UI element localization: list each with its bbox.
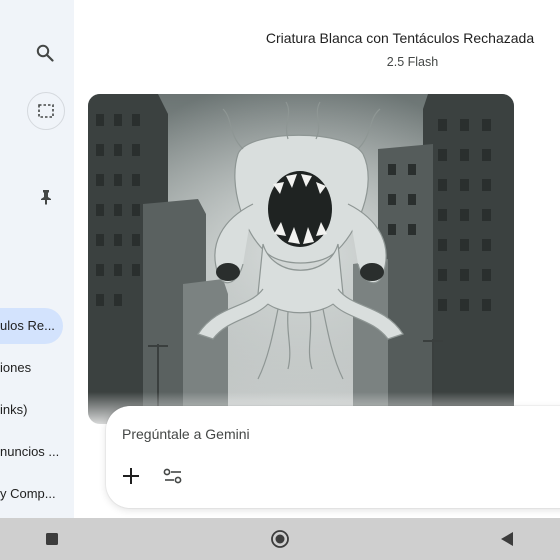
back-icon[interactable] (496, 528, 518, 550)
generated-image[interactable] (88, 94, 514, 424)
chat-title[interactable]: Criatura Blanca con Tentáculos Rechazada (240, 30, 560, 46)
sidebar-item-label: ulos Re... (0, 318, 55, 333)
select-icon[interactable] (27, 92, 65, 130)
model-label[interactable]: 2.5 Flash (240, 55, 560, 69)
search-icon[interactable] (32, 40, 58, 66)
sidebar-item-criatura[interactable]: ulos Re... (0, 308, 63, 344)
pin-icon[interactable] (35, 186, 57, 208)
system-nav-bar (0, 518, 560, 560)
sidebar-item-3[interactable]: inks) (0, 392, 74, 428)
sidebar-item-5[interactable]: y Comp... (0, 476, 74, 512)
sidebar-item-label: nuncios ... (0, 444, 60, 459)
tools-icon[interactable] (158, 461, 188, 491)
recents-icon[interactable] (41, 528, 63, 550)
sidebar-item-label: inks) (0, 402, 28, 417)
prompt-input-box[interactable]: Pregúntale a Gemini (106, 406, 560, 508)
sidebar: ulos Re... iones inks) nuncios ... y Com… (0, 0, 74, 518)
sidebar-item-2[interactable]: iones (0, 350, 74, 386)
prompt-input[interactable]: Pregúntale a Gemini (122, 426, 250, 442)
sidebar-item-4[interactable]: nuncios ... (0, 434, 74, 470)
sidebar-item-label: iones (0, 360, 32, 375)
sidebar-item-label: y Comp... (0, 486, 56, 501)
add-icon[interactable] (116, 461, 146, 491)
home-icon[interactable] (269, 528, 291, 550)
